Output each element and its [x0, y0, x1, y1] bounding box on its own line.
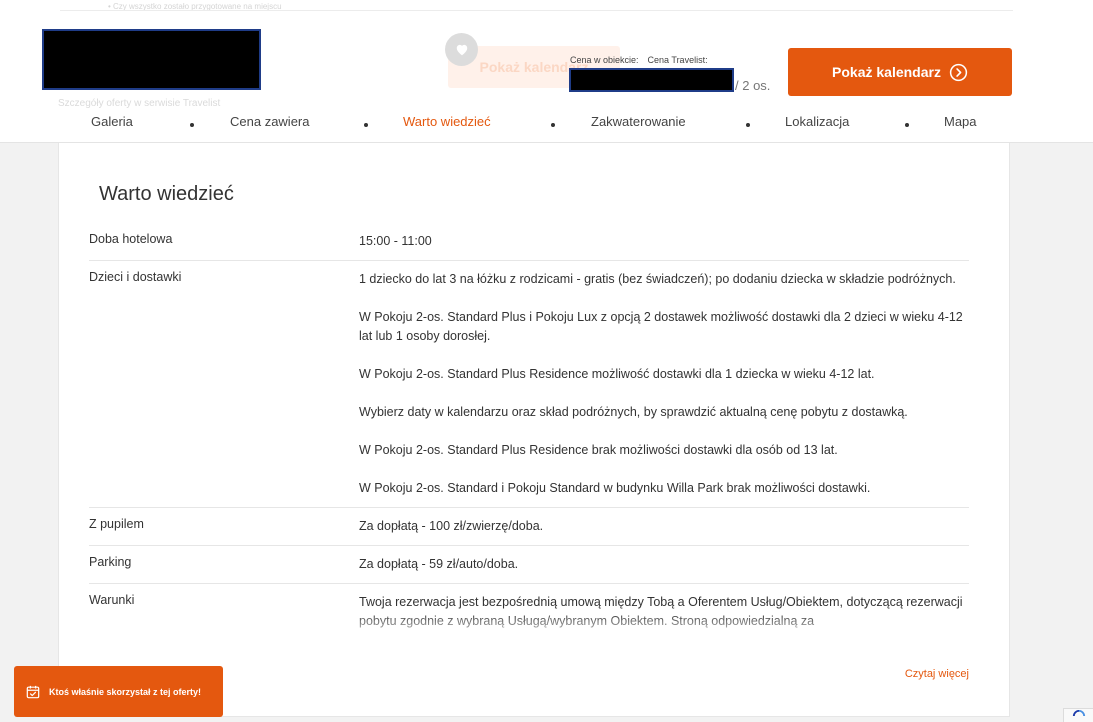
show-calendar-button[interactable]: Pokaż kalendarz — [788, 48, 1012, 96]
table-row: Parking Za dopłatą - 59 zł/auto/doba. — [89, 546, 969, 584]
read-more-link[interactable]: Czytaj więcej — [905, 668, 969, 680]
table-row: Warunki Twoja rezerwacja jest bezpośredn… — [89, 584, 969, 640]
nav-separator — [905, 123, 909, 127]
price-label-travelist: Cena Travelist: — [647, 55, 708, 65]
recaptcha-badge[interactable] — [1063, 708, 1093, 722]
nav-item-lokalizacja[interactable]: Lokalizacja — [785, 114, 849, 129]
section-title: Warto wiedzieć — [99, 183, 234, 205]
row-text: Za dopłatą - 100 zł/zwierzę/doba. — [359, 519, 544, 533]
nav-item-zakwaterowanie[interactable]: Zakwaterowanie — [591, 114, 686, 129]
content-card: Warto wiedzieć Doba hotelowa 15:00 - 11:… — [58, 143, 1010, 717]
row-label: Z pupilem — [89, 517, 144, 531]
recent-booking-toast[interactable]: Ktoś właśnie skorzystał z tej oferty! — [14, 666, 223, 717]
row-label: Parking — [89, 555, 132, 569]
recaptcha-icon — [1072, 709, 1085, 716]
table-row: Doba hotelowa 15:00 - 11:00 — [89, 223, 969, 261]
row-label: Warunki — [89, 593, 135, 607]
row-text: W Pokoju 2-os. Standard Plus Residence b… — [359, 443, 838, 457]
row-text: W Pokoju 2-os. Standard Plus Residence m… — [359, 367, 875, 381]
row-text: 1 dziecko do lat 3 na łóżku z rodzicami … — [359, 272, 956, 286]
nav-item-warto-wiedziec[interactable]: Warto wiedzieć — [403, 114, 491, 129]
row-value: Za dopłatą - 59 zł/auto/doba. — [359, 555, 969, 574]
sticky-header: • Czy wszystko zostało przygotowane na m… — [0, 0, 1093, 143]
heart-icon — [456, 44, 467, 56]
price-per-persons: / 2 os. — [735, 78, 771, 93]
row-text: Wybierz daty w kalendarzu oraz skład pod… — [359, 405, 908, 419]
favorite-button[interactable] — [445, 33, 478, 66]
row-value: Twoja rezerwacja jest bezpośrednią umową… — [359, 593, 969, 631]
calendar-check-icon — [26, 685, 40, 698]
toast-text: Ktoś właśnie skorzystał z tej oferty! — [49, 686, 202, 697]
row-text: Za dopłatą - 59 zł/auto/doba. — [359, 557, 519, 571]
background-list-text: • Czy wszystko zostało przygotowane na m… — [108, 2, 282, 10]
row-text: 15:00 - 11:00 — [359, 234, 432, 248]
nav-separator — [551, 123, 555, 127]
row-text: W Pokoju 2-os. Standard i Pokoju Standar… — [359, 481, 871, 495]
table-row: Z pupilem Za dopłatą - 100 zł/zwierzę/do… — [89, 508, 969, 546]
show-calendar-label: Pokaż kalendarz — [832, 64, 941, 80]
nav-item-cena-zawiera[interactable]: Cena zawiera — [230, 114, 310, 129]
nav-item-galeria[interactable]: Galeria — [91, 114, 133, 129]
row-value: 15:00 - 11:00 — [359, 232, 969, 251]
divider — [60, 10, 1013, 11]
price-redacted — [569, 68, 734, 92]
row-label: Doba hotelowa — [89, 232, 173, 246]
nav-separator — [190, 123, 194, 127]
row-value: 1 dziecko do lat 3 na łóżku z rodzicami … — [359, 270, 969, 498]
price-label-object: Cena w obiekcie: — [570, 55, 639, 65]
nav-item-mapa[interactable]: Mapa — [944, 114, 977, 129]
table-row: Dzieci i dostawki 1 dziecko do lat 3 na … — [89, 261, 969, 508]
row-label: Dzieci i dostawki — [89, 270, 182, 284]
chevron-right-circle-icon — [949, 63, 968, 81]
row-value: Za dopłatą - 100 zł/zwierzę/doba. — [359, 517, 969, 536]
section-nav: Galeria Cena zawiera Warto wiedzieć Zakw… — [0, 104, 1093, 140]
row-text: W Pokoju 2-os. Standard Plus i Pokoju Lu… — [359, 310, 963, 343]
nav-separator — [364, 123, 368, 127]
row-text: Twoja rezerwacja jest bezpośrednią umową… — [359, 595, 963, 628]
nav-separator — [746, 123, 750, 127]
offer-logo-redacted — [42, 29, 261, 90]
info-table: Doba hotelowa 15:00 - 11:00 Dzieci i dos… — [89, 223, 969, 640]
price-labels: Cena w obiekcie: Cena Travelist: — [570, 55, 708, 65]
